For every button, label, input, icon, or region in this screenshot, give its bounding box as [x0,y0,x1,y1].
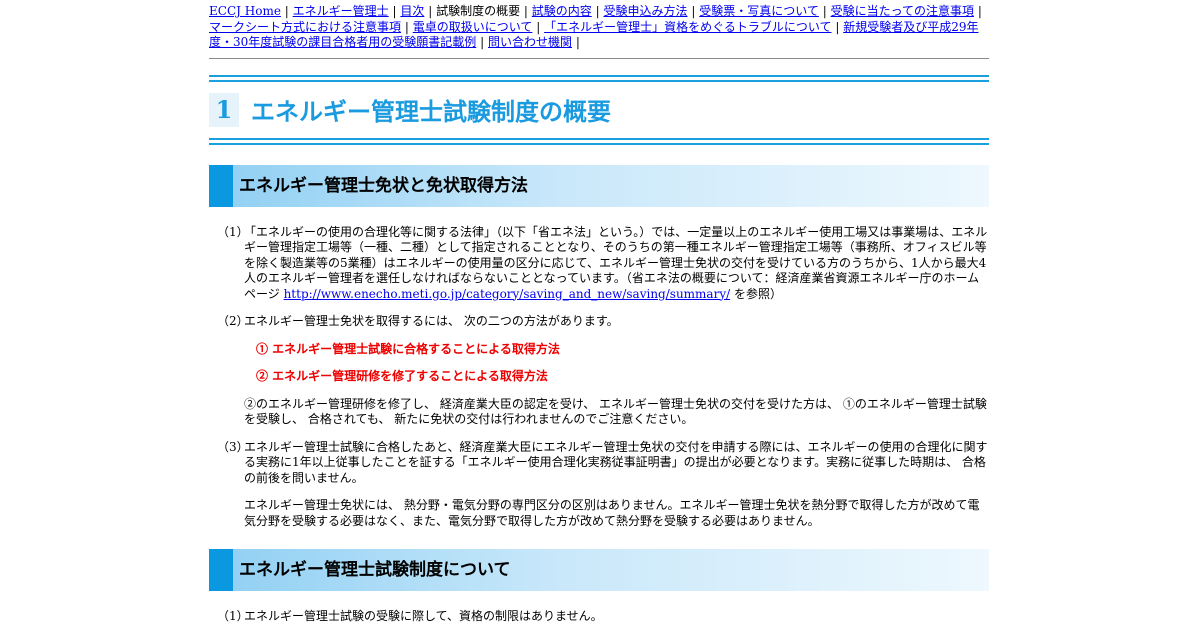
page-title-row: 1 エネルギー管理士試験制度の概要 [209,82,989,138]
paragraph-2: （2） エネルギー管理士免状を取得するには、 次の二つの方法があります。 [209,314,989,330]
paragraph-number: （2） [217,314,249,328]
section-heading-text: エネルギー管理士試験制度について [239,560,511,580]
nav-separator: | [575,35,580,49]
paragraph-text: エネルギー管理士試験の受験に際して、資格の制限はありません。 [244,609,603,623]
heading-bar [209,164,233,207]
nav-separator: | [977,4,982,18]
paragraph-3: （3） エネルギー管理士試験に合格したあと、経済産業大臣にエネルギー管理士免状の… [209,440,989,487]
license-field-note: エネルギー管理士免状には、 熱分野・電気分野の専門区分の区別はありません。エネル… [244,498,980,528]
nav-separator: | [284,4,289,18]
nav-separator: | [480,35,485,49]
meti-summary-link[interactable]: http://www.enecho.meti.go.jp/category/sa… [284,287,731,301]
nav-separator: | [691,4,696,18]
method-training: ② エネルギー管理研修を修了することによる取得方法 [256,369,548,383]
paragraph-text: エネルギー管理士免状を取得するには、 次の二つの方法があります。 [244,314,619,328]
nav-item: 試験制度の概要 [436,4,521,18]
nav-item[interactable]: マークシート方式における注意事項 [209,20,401,34]
title-rule-bottom [209,137,989,145]
paragraph-text-end: を参照） [730,286,782,301]
page-wrapper: ECCJ Home | エネルギー管理士 | 目次 | 試験制度の概要 | 試験… [209,4,989,625]
paragraph-number: （3） [217,439,249,454]
training-note: ②のエネルギー管理研修を修了し、 経済産業大臣の認定を受け、 エネルギー管理士免… [244,396,987,427]
nav-separator: | [822,4,827,18]
nav-item[interactable]: 問い合わせ機関 [488,35,572,49]
heading-bar [209,549,233,591]
section-heading-license: エネルギー管理士免状と免状取得方法 [209,164,989,207]
method-exam: ① エネルギー管理士試験に合格することによる取得方法 [256,341,560,356]
paragraph-number: （1） [217,224,249,239]
paragraph-1: （1） 「エネルギーの使用の合理化等に関する法律」（以下「省エネ法」という。）で… [209,225,989,303]
nav-separator: | [428,4,433,18]
nav-item[interactable]: 受験票・写真について [699,4,819,18]
nav-item[interactable]: 試験の内容 [532,4,592,18]
paragraph-1: （1） エネルギー管理士試験の受験に際して、資格の制限はありません。 [209,609,989,625]
section-number: 1 [209,92,239,127]
paragraph-number: （1） [217,609,249,623]
paragraph-text: エネルギー管理士試験に合格したあと、経済産業大臣にエネルギー管理士免状の交付を申… [244,439,988,485]
nav-separator: | [523,4,528,18]
nav-separator: | [392,4,397,18]
section-heading-text: エネルギー管理士免状と免状取得方法 [239,175,528,196]
nav-separator: | [595,4,600,18]
nav-item[interactable]: 目次 [400,4,424,18]
nav-separator: | [536,19,541,34]
nav-item[interactable]: エネルギー管理士 [293,4,389,18]
nav-separator: | [404,19,409,34]
divider [209,57,989,59]
nav-separator: | [835,19,840,34]
section-heading-exam-system: エネルギー管理士試験制度について [209,549,989,591]
title-rule-top [209,74,989,82]
page-title: エネルギー管理士試験制度の概要 [251,98,611,126]
nav-item[interactable]: ECCJ Home [209,4,281,18]
nav-item[interactable]: 受験に当たっての注意事項 [831,4,974,18]
nav-item[interactable]: 「エネルギー管理士」資格をめぐるトラブルについて [544,20,831,34]
nav-item[interactable]: 受験申込み方法 [604,4,688,18]
breadcrumb-nav: ECCJ Home | エネルギー管理士 | 目次 | 試験制度の概要 | 試験… [209,4,989,51]
nav-item[interactable]: 電卓の取扱いについて [413,20,533,34]
